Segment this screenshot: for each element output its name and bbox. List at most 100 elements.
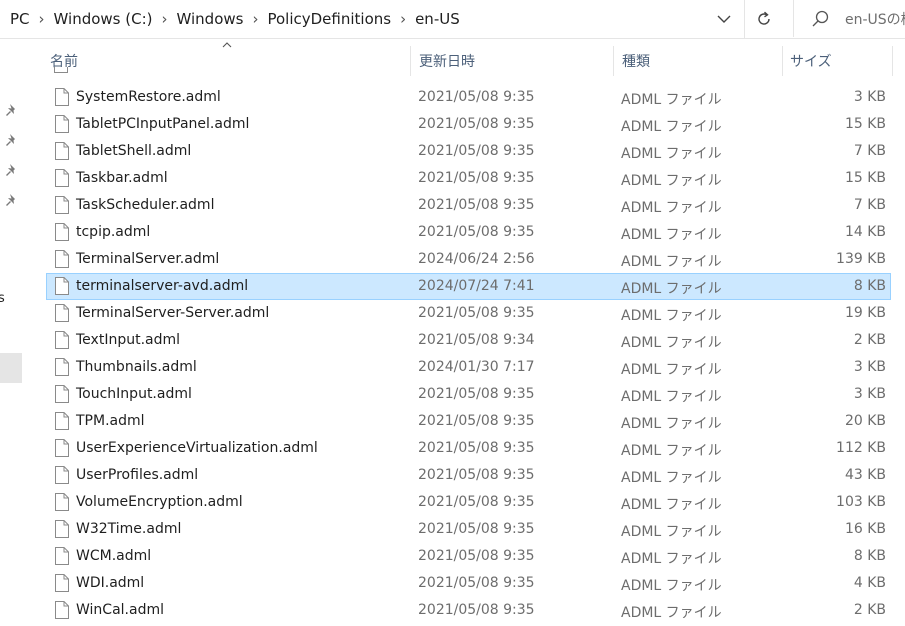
- file-size: 2 KB: [853, 602, 886, 618]
- file-icon: [55, 277, 69, 295]
- table-row[interactable]: UserExperienceVirtualization.adml 2021/05…: [46, 435, 891, 462]
- file-size: 4 KB: [853, 575, 886, 591]
- column-divider[interactable]: [410, 46, 411, 76]
- file-name[interactable]: TextInput.adml: [76, 332, 180, 348]
- table-row[interactable]: TPM.adml 2021/05/08 9:35 ADML ファイル 20 KB: [46, 408, 891, 435]
- pin-icon[interactable]: [5, 163, 19, 177]
- table-row[interactable]: terminalserver-avd.adml 2024/07/24 7:41 AD…: [46, 273, 891, 300]
- breadcrumb-item-en-us[interactable]: en-US: [413, 10, 462, 28]
- file-date: 2021/05/08 9:35: [418, 440, 535, 456]
- file-date: 2021/05/08 9:35: [418, 224, 535, 240]
- file-name[interactable]: TerminalServer-Server.adml: [76, 305, 269, 321]
- file-date: 2021/05/08 9:35: [418, 116, 535, 132]
- file-name[interactable]: UserProfiles.adml: [76, 467, 198, 483]
- chevron-right-icon[interactable]: ›: [155, 10, 175, 28]
- file-size: 139 KB: [836, 251, 886, 267]
- chevron-right-icon[interactable]: ›: [393, 10, 413, 28]
- table-row[interactable]: WinCal.adml 2021/05/08 9:35 ADML ファイル 2 KB: [46, 597, 891, 624]
- chevron-right-icon[interactable]: ›: [32, 10, 52, 28]
- table-row[interactable]: W32Time.adml 2021/05/08 9:35 ADML ファイル 16 K…: [46, 516, 891, 543]
- file-name[interactable]: TouchInput.adml: [76, 386, 192, 402]
- table-row[interactable]: VolumeEncryption.adml 2021/05/08 9:35 ADML…: [46, 489, 891, 516]
- file-date: 2021/05/08 9:35: [418, 521, 535, 537]
- file-type: ADML ファイル: [621, 524, 722, 540]
- file-name[interactable]: Taskbar.adml: [76, 170, 168, 186]
- file-name[interactable]: TabletShell.adml: [76, 143, 191, 159]
- file-date: 2021/05/08 9:35: [418, 143, 535, 159]
- file-size: 19 KB: [844, 305, 886, 321]
- column-divider[interactable]: [782, 46, 783, 76]
- column-header-type[interactable]: 種類: [622, 51, 650, 71]
- file-icon: [55, 439, 69, 457]
- breadcrumb-item-policydefinitions[interactable]: PolicyDefinitions: [265, 10, 393, 28]
- file-type: ADML ファイル: [621, 362, 722, 378]
- file-type: ADML ファイル: [621, 578, 722, 594]
- file-type: ADML ファイル: [621, 470, 722, 486]
- file-date: 2021/05/08 9:35: [418, 386, 535, 402]
- file-name[interactable]: TPM.adml: [76, 413, 145, 429]
- search-input[interactable]: en-USの検: [793, 0, 905, 37]
- address-bar[interactable]: PC › Windows (C:) › Windows › PolicyDefi…: [0, 0, 905, 39]
- file-name[interactable]: UserExperienceVirtualization.adml: [76, 440, 318, 456]
- pin-icon[interactable]: [5, 133, 19, 147]
- breadcrumb[interactable]: PC › Windows (C:) › Windows › PolicyDefi…: [0, 0, 705, 38]
- file-type: ADML ファイル: [621, 335, 722, 351]
- table-row[interactable]: TabletShell.adml 2021/05/08 9:35 ADML ファイル…: [46, 138, 891, 165]
- nav-item-label[interactable]: s: [0, 291, 5, 306]
- file-name[interactable]: W32Time.adml: [76, 521, 181, 537]
- table-row[interactable]: SystemRestore.adml 2021/05/08 9:35 ADML ファ…: [46, 84, 891, 111]
- file-name[interactable]: tcpip.adml: [76, 224, 150, 240]
- table-row[interactable]: TabletPCInputPanel.adml 2021/05/08 9:35 AD…: [46, 111, 891, 138]
- breadcrumb-item-pc[interactable]: PC: [0, 10, 32, 28]
- table-row[interactable]: Thumbnails.adml 2024/01/30 7:17 ADML ファイル 3…: [46, 354, 891, 381]
- breadcrumb-item-drive[interactable]: Windows (C:): [52, 10, 155, 28]
- file-size: 112 KB: [836, 440, 886, 456]
- table-row[interactable]: TerminalServer-Server.adml 2021/05/08 9:3…: [46, 300, 891, 327]
- table-row[interactable]: TouchInput.adml 2021/05/08 9:35 ADML ファイル 3…: [46, 381, 891, 408]
- breadcrumb-item-windows[interactable]: Windows: [175, 10, 246, 28]
- address-history-button[interactable]: [712, 8, 736, 30]
- table-row[interactable]: Taskbar.adml 2021/05/08 9:35 ADML ファイル 15 K…: [46, 165, 891, 192]
- column-header-date[interactable]: 更新日時: [419, 51, 475, 71]
- column-header-size[interactable]: サイズ: [790, 51, 832, 71]
- file-name[interactable]: VolumeEncryption.adml: [76, 494, 243, 510]
- file-date: 2021/05/08 9:35: [418, 197, 535, 213]
- table-row[interactable]: tcpip.adml 2021/05/08 9:35 ADML ファイル 14 KB: [46, 219, 891, 246]
- file-name[interactable]: WinCal.adml: [76, 602, 164, 618]
- file-size: 15 KB: [844, 116, 886, 132]
- file-icon: [55, 88, 69, 106]
- file-size: 8 KB: [853, 548, 886, 564]
- navigation-pane[interactable]: s: [0, 39, 24, 626]
- table-row[interactable]: WDI.adml 2021/05/08 9:35 ADML ファイル 4 KB: [46, 570, 891, 597]
- file-size: 2 KB: [853, 332, 886, 348]
- file-type: ADML ファイル: [621, 551, 722, 567]
- list-item-partial[interactable]: [46, 67, 106, 77]
- pin-icon[interactable]: [5, 193, 19, 207]
- nav-item-selected[interactable]: [0, 353, 22, 383]
- file-name[interactable]: TaskScheduler.adml: [76, 197, 214, 213]
- pin-icon[interactable]: [5, 103, 19, 117]
- table-row[interactable]: WCM.adml 2021/05/08 9:35 ADML ファイル 8 KB: [46, 543, 891, 570]
- file-type: ADML ファイル: [621, 416, 722, 432]
- file-name[interactable]: TerminalServer.adml: [76, 251, 219, 267]
- file-size: 103 KB: [836, 494, 886, 510]
- file-name[interactable]: SystemRestore.adml: [76, 89, 221, 105]
- file-name[interactable]: Thumbnails.adml: [76, 359, 197, 375]
- file-name[interactable]: WDI.adml: [76, 575, 144, 591]
- table-row[interactable]: UserProfiles.adml 2021/05/08 9:35 ADML ファイ…: [46, 462, 891, 489]
- file-icon: [55, 331, 69, 349]
- file-icon: [55, 574, 69, 592]
- chevron-right-icon[interactable]: ›: [245, 10, 265, 28]
- file-name[interactable]: WCM.adml: [76, 548, 151, 564]
- table-row[interactable]: TerminalServer.adml 2024/06/24 2:56 ADML フ…: [46, 246, 891, 273]
- table-row[interactable]: TextInput.adml 2021/05/08 9:34 ADML ファイル 2 …: [46, 327, 891, 354]
- column-divider[interactable]: [892, 46, 893, 76]
- column-divider[interactable]: [613, 46, 614, 76]
- file-size: 43 KB: [844, 467, 886, 483]
- file-name[interactable]: TabletPCInputPanel.adml: [76, 116, 249, 132]
- file-date: 2021/05/08 9:35: [418, 89, 535, 105]
- refresh-button[interactable]: [750, 6, 778, 32]
- table-row[interactable]: TaskScheduler.adml 2021/05/08 9:35 ADML ファ…: [46, 192, 891, 219]
- file-name[interactable]: terminalserver-avd.adml: [76, 278, 248, 294]
- file-type: ADML ファイル: [621, 92, 722, 108]
